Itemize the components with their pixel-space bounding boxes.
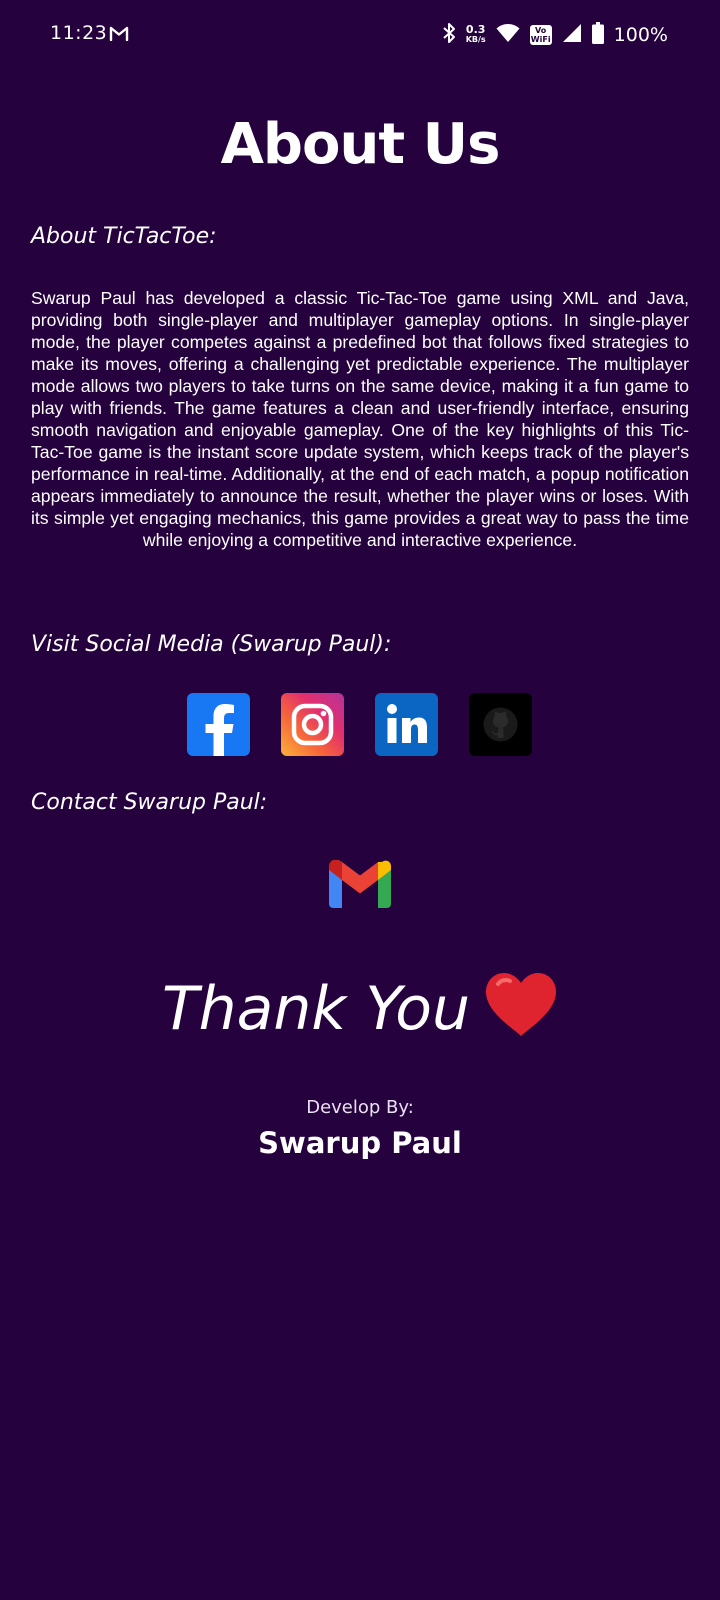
page-title: About Us (220, 112, 501, 177)
vowifi-icon: Vo WiFi (529, 25, 552, 45)
developer-name: Swarup Paul (258, 1126, 462, 1160)
network-speed-unit: KB/s (465, 35, 486, 44)
linkedin-icon[interactable] (375, 693, 438, 756)
network-speed-value: 0.3 (465, 23, 486, 36)
github-icon[interactable] (469, 693, 532, 756)
thank-you-text: Thank You (161, 974, 471, 1045)
social-links (187, 693, 532, 756)
about-heading: About TicTacToe: (31, 224, 217, 249)
gmail-icon[interactable] (329, 858, 391, 912)
battery-percentage: 100% (613, 24, 668, 46)
network-speed: 0.3 KB/s (465, 23, 486, 45)
status-bar: 11:23 0.3 KB/s Vo WiFi 100% (0, 0, 720, 72)
wifi-icon (496, 23, 520, 47)
vowifi-line1: Vo (535, 26, 547, 35)
status-icons: 0.3 KB/s Vo WiFi 100% (442, 20, 668, 50)
gmail-icon (109, 25, 129, 45)
status-time: 11:23 (50, 22, 108, 44)
bluetooth-icon (442, 22, 456, 48)
facebook-icon[interactable] (187, 693, 250, 756)
signal-icon (562, 23, 582, 47)
social-heading: Visit Social Media (Swarup Paul): (31, 632, 392, 657)
contact-heading: Contact Swarup Paul: (31, 790, 268, 815)
battery-icon (591, 22, 604, 48)
thank-you-message: Thank You (0, 972, 720, 1053)
instagram-icon[interactable] (281, 693, 344, 756)
heart-icon (484, 972, 558, 1053)
vowifi-line2: WiFi (530, 35, 551, 44)
develop-by-label: Develop By: (306, 1097, 414, 1118)
about-description: Swarup Paul has developed a classic Tic-… (31, 288, 689, 550)
